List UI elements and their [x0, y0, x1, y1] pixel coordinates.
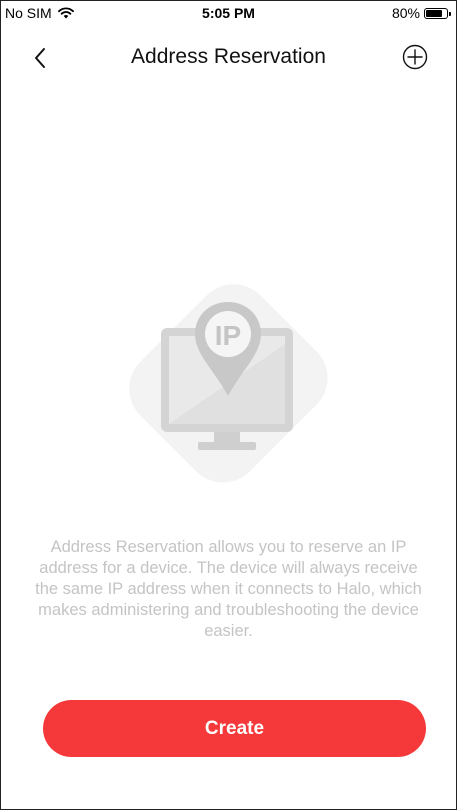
status-time: 5:05 PM: [202, 5, 255, 21]
page-title: Address Reservation: [131, 45, 326, 68]
navigation-bar: Address Reservation: [1, 35, 456, 81]
battery-icon: [424, 7, 451, 19]
plus-circle-icon: [402, 44, 428, 70]
add-reservation-button[interactable]: [400, 42, 430, 72]
ip-badge-label: IP: [215, 320, 241, 351]
battery-percent: 80%: [391, 5, 420, 21]
empty-state-illustration: IP: [111, 266, 346, 498]
status-bar: No SIM 5:05 PM 80%: [1, 1, 456, 27]
battery-tip: [449, 11, 451, 16]
battery-group: 80%: [391, 5, 451, 21]
battery-level: [426, 9, 442, 17]
empty-state-description: Address Reservation allows you to reserv…: [35, 538, 422, 640]
create-button[interactable]: Create: [43, 700, 426, 757]
monitor-location-pin-icon: IP: [129, 284, 328, 483]
app-screen: No SIM 5:05 PM 80% Address Reservation I…: [0, 0, 457, 810]
create-button-label: Create: [204, 717, 265, 739]
